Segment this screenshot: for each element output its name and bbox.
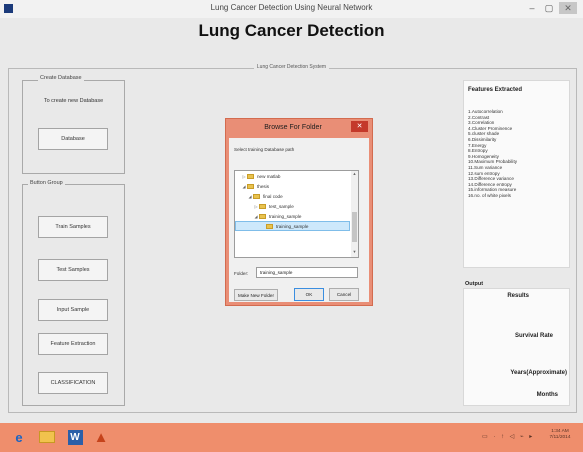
tree-item-label: new matlab (257, 173, 281, 179)
feature-extraction-button[interactable]: Feature Extraction (38, 333, 108, 355)
button-group-title: Button Group (28, 180, 65, 186)
results-label: Results (507, 293, 529, 299)
scroll-down-arrow-icon[interactable]: ▼ (351, 249, 358, 256)
ok-button[interactable]: OK (294, 288, 324, 301)
word-app-icon[interactable]: W (65, 426, 85, 448)
maximize-button[interactable]: ▢ (542, 3, 556, 14)
internet-explorer-icon[interactable]: e (9, 426, 29, 448)
train-samples-button[interactable]: Train Samples (38, 216, 108, 238)
features-title: Features Extracted (468, 87, 523, 93)
survival-rate-label: Survival Rate (514, 333, 553, 339)
system-panel-title: Lung Cancer Detection System (0, 64, 583, 70)
tree-item-final-code[interactable]: ◢ final code (235, 191, 358, 201)
output-title: Output (465, 281, 484, 287)
months-label: Months (536, 392, 558, 398)
create-database-description: To create new Database (43, 98, 104, 104)
tree-item-label: final code (263, 193, 283, 199)
feature-item: 16.no. of white pixels (468, 192, 511, 198)
folder-icon (253, 193, 260, 199)
file-explorer-icon[interactable] (37, 426, 57, 448)
tree-item-test-sample[interactable]: ▷ test_sample (235, 201, 358, 211)
create-database-group-title: Create Database (38, 75, 84, 81)
folder-label: Folder: (234, 271, 249, 276)
years-label: Years(Approximate) (510, 370, 567, 376)
tree-item-thesis[interactable]: ◢ thesis (235, 181, 358, 191)
close-button[interactable]: ✕ (559, 2, 577, 14)
tree-item-label: test_sample (269, 203, 294, 209)
folder-input[interactable] (256, 267, 358, 278)
tree-item-training-sample[interactable]: ◢ training_sample (235, 211, 358, 221)
page-title: Lung Cancer Detection (198, 21, 385, 40)
tree-item-label: thesis (257, 183, 270, 189)
taskbar-clock[interactable]: 1:34 AM 7/11/2014 (542, 429, 578, 441)
output-panel (463, 288, 570, 406)
minimize-button[interactable]: – (525, 3, 539, 13)
folder-icon (39, 431, 55, 443)
dialog-close-button[interactable]: ✕ (351, 121, 368, 132)
folder-icon (259, 203, 266, 209)
dialog-prompt: Select training Database path (234, 147, 295, 152)
window-controls: – ▢ ✕ (525, 2, 577, 14)
cancel-button[interactable]: Cancel (329, 288, 359, 301)
scrollbar-thumb[interactable] (352, 212, 357, 242)
folder-icon (247, 173, 254, 179)
folder-icon (247, 183, 254, 189)
test-samples-button[interactable]: Test Samples (38, 259, 108, 281)
database-button[interactable]: Database (38, 128, 108, 150)
folder-icon (259, 213, 266, 219)
word-icon: W (67, 429, 83, 445)
folder-tree[interactable]: ▷ new matlab ◢ thesis ◢ final code ▷ tes… (234, 170, 359, 258)
make-new-folder-button[interactable]: Make New Folder (234, 289, 278, 301)
dialog-title: Browse For Folder (264, 124, 322, 131)
matlab-taskbar-icon[interactable]: ▲ (91, 426, 111, 448)
create-database-group (22, 80, 125, 174)
system-tray-icons[interactable]: ▭ · ↑ ◁ ⌁ ▸ (482, 433, 534, 440)
input-sample-button[interactable]: Input Sample (38, 299, 108, 321)
feature-list: 1.Autocorrelation 2.Contrast 3.Correlati… (468, 109, 517, 199)
classification-button[interactable]: CLASSIFICATION (38, 372, 108, 394)
window-title: Lung Cancer Detection Using Neural Netwo… (210, 3, 373, 12)
tree-item-label: training_sample (269, 213, 302, 219)
tree-item-training-sample-selected[interactable]: training_sample (235, 221, 350, 231)
clock-date: 7/11/2014 (549, 435, 571, 440)
feature-item: 13.Difference variance (468, 176, 514, 182)
tree-item-label: training_sample (276, 223, 309, 229)
system-panel-title-text: Lung Cancer Detection System (253, 64, 330, 70)
folder-icon (266, 223, 273, 229)
tree-item-new-matlab[interactable]: ▷ new matlab (235, 171, 358, 181)
scroll-up-arrow-icon[interactable]: ▲ (351, 171, 358, 178)
